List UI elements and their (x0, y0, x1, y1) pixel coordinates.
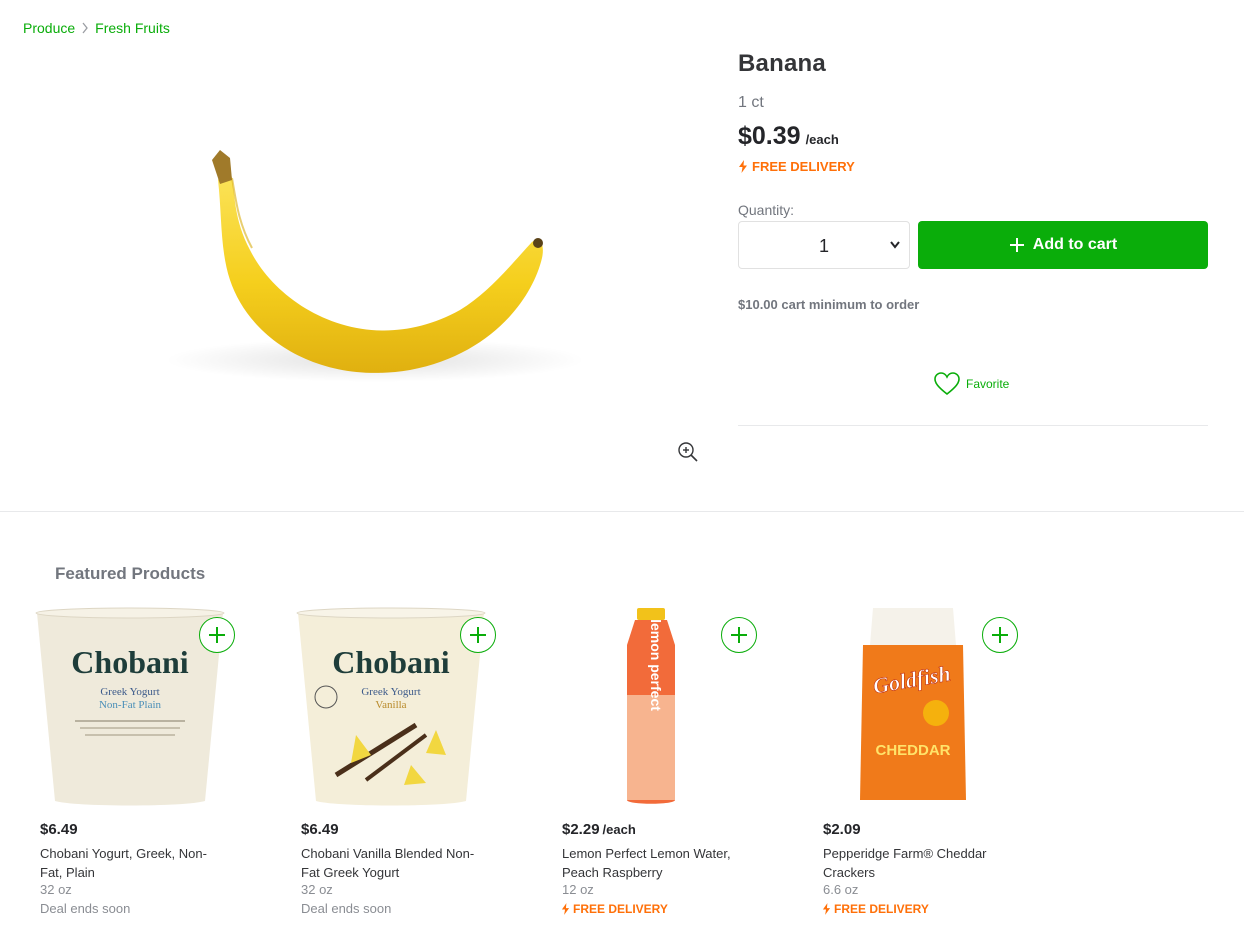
breadcrumb-produce[interactable]: Produce (23, 20, 75, 36)
brand-logo-text: Chobani (332, 644, 450, 680)
item-price: $6.49 (301, 821, 339, 838)
svg-text:Vanilla: Vanilla (375, 699, 406, 711)
heart-icon (934, 372, 960, 396)
deal-note: Deal ends soon (301, 901, 392, 916)
svg-text:Greek Yogurt: Greek Yogurt (361, 686, 420, 698)
chevron-right-icon (75, 22, 95, 34)
breadcrumb-fresh-fruits[interactable]: Fresh Fruits (95, 20, 170, 36)
add-to-cart-label: Add to cart (1032, 236, 1118, 253)
divider (738, 425, 1208, 426)
plus-icon (1009, 238, 1024, 252)
product-image (160, 140, 590, 410)
deal-note: Deal ends soon (40, 901, 131, 916)
item-price: $2.09 (823, 821, 861, 838)
item-name[interactable]: Pepperidge Farm® Cheddar Crackers (823, 844, 1008, 882)
product-title: Banana (738, 50, 826, 77)
item-size: 12 oz (562, 882, 594, 897)
free-delivery-badge: FREE DELIVERY (822, 902, 929, 916)
product-size: 1 ct (738, 94, 764, 111)
product-card[interactable]: Goldfish CHEDDAR $2.09 Pepperidge Farm® … (818, 605, 1038, 925)
lightning-icon (561, 903, 570, 915)
item-name[interactable]: Chobani Vanilla Blended Non-Fat Greek Yo… (301, 844, 486, 882)
quantity-value: 1 (818, 236, 829, 256)
quantity-select[interactable]: 1 (738, 221, 910, 269)
product-card[interactable]: lemon perfect $2.29/each Lemon Perfect L… (557, 605, 777, 925)
quantity-row: 1 Add to cart (738, 221, 1208, 269)
add-item-button[interactable] (199, 617, 235, 653)
item-size: 32 oz (40, 882, 72, 897)
lightning-icon (739, 160, 747, 173)
item-price: $2.29/each (562, 821, 636, 838)
item-price: $6.49 (40, 821, 78, 838)
product-price: $0.39 (738, 122, 801, 150)
product-card[interactable]: Chobani Greek Yogurt Non-Fat Plain $6.49… (35, 605, 255, 925)
favorite-label: Favorite (966, 377, 1010, 391)
add-item-button[interactable] (721, 617, 757, 653)
add-item-button[interactable] (982, 617, 1018, 653)
brand-logo-text: Chobani (71, 644, 189, 680)
free-delivery-badge: FREE DELIVERY (561, 902, 668, 916)
price-row: $0.39 /each (738, 122, 1208, 151)
product-card[interactable]: Chobani Greek Yogurt Vanilla $6.49 Choba… (296, 605, 516, 925)
product-details: Banana 1 ct $0.39 /each FREE DELIVERY Qu… (738, 50, 1208, 426)
item-name[interactable]: Chobani Yogurt, Greek, Non-Fat, Plain (40, 844, 225, 882)
quantity-label: Quantity: (738, 202, 795, 218)
lightning-icon (822, 903, 831, 915)
add-item-button[interactable] (460, 617, 496, 653)
svg-text:Non-Fat Plain: Non-Fat Plain (99, 699, 162, 711)
brand-logo-text: lemon perfect (648, 619, 664, 711)
chevron-down-icon (890, 241, 900, 249)
breadcrumb: Produce Fresh Fruits (23, 20, 170, 36)
item-size: 6.6 oz (823, 882, 859, 897)
plus-icon (470, 627, 486, 643)
svg-text:Greek Yogurt: Greek Yogurt (100, 686, 159, 698)
free-delivery-text: FREE DELIVERY (752, 159, 855, 174)
item-size: 32 oz (301, 882, 333, 897)
plus-icon (731, 627, 747, 643)
svg-text:CHEDDAR: CHEDDAR (876, 742, 951, 759)
min-order-notice: $10.00 cart minimum to order (738, 297, 920, 312)
plus-icon (209, 627, 225, 643)
add-to-cart-button[interactable]: Add to cart (918, 221, 1208, 269)
plus-icon (992, 627, 1008, 643)
item-name[interactable]: Lemon Perfect Lemon Water, Peach Raspber… (562, 844, 747, 882)
featured-products-title: Featured Products (55, 564, 206, 583)
zoom-in-icon[interactable] (676, 440, 700, 464)
free-delivery-badge: FREE DELIVERY (738, 159, 1208, 174)
section-divider (0, 511, 1244, 512)
favorite-button[interactable]: Favorite (934, 372, 1009, 396)
price-unit: /each (805, 132, 839, 147)
